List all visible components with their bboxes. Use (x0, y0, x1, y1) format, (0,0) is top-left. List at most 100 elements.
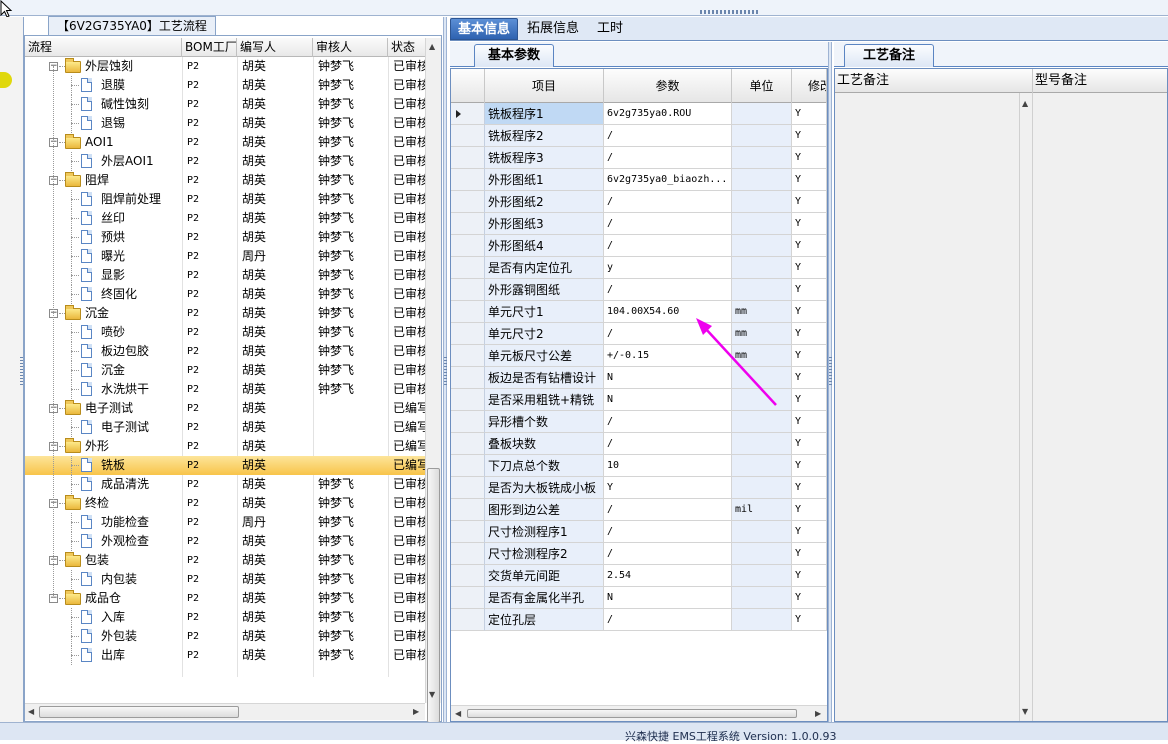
tree-row[interactable]: 退膜 P2 胡英 钟梦飞 已审核 (25, 76, 425, 95)
grid-row[interactable]: 外形图纸4/ Y (451, 235, 827, 257)
col-header-flow[interactable]: 流程 (25, 38, 182, 57)
scrollbar-thumb[interactable] (467, 709, 797, 718)
cell-value[interactable]: / (604, 543, 732, 565)
cell-value[interactable]: 6v2g735ya0_biaozh... (604, 169, 732, 191)
subtab-basic-params[interactable]: 基本参数 (474, 44, 554, 67)
grid-row[interactable]: 定位孔层 / Y (451, 609, 827, 631)
grid-row[interactable]: 外形图纸1 6v2g735ya0_biaozh... Y (451, 169, 827, 191)
cell-value[interactable]: +/-0.15 (604, 345, 732, 367)
tree-row[interactable]: − AOI1 P2 胡英 钟梦飞 已审核 (25, 133, 425, 152)
col-header-author[interactable]: 编写人 (237, 38, 313, 57)
tree-row[interactable]: 曝光 P2 周丹 钟梦飞 已审核 (25, 247, 425, 266)
cell-value[interactable]: / (604, 191, 732, 213)
tab-work-hours[interactable]: 工时 (590, 18, 630, 40)
tab-extended-info[interactable]: 拓展信息 (520, 18, 586, 40)
col-header-status[interactable]: 状态 (388, 38, 425, 57)
cell-value[interactable]: / (604, 235, 732, 257)
grid-row[interactable]: 是否为大板铣成小板 Y Y (451, 477, 827, 499)
scrollbar-thumb[interactable] (39, 706, 239, 718)
grid-row[interactable]: 交货单元间距 2.54 Y (451, 565, 827, 587)
grid-row[interactable]: 叠板块数 / Y (451, 433, 827, 455)
grid-row[interactable]: 铣板程序1 6v2g735ya0.ROU Y (451, 103, 827, 125)
tree-row[interactable]: 外观检查 P2 胡英 钟梦飞 已审核 (25, 532, 425, 551)
grid-row[interactable]: 外形图纸2/ Y (451, 191, 827, 213)
col-header-value[interactable]: 参数 (604, 69, 732, 103)
scroll-right-icon[interactable]: ▶ (815, 709, 821, 719)
tree-row[interactable]: 外层AOI1 P2 胡英 钟梦飞 已审核 (25, 152, 425, 171)
splitter-grip[interactable] (20, 357, 23, 387)
tree-row[interactable]: 入库 P2 胡英 钟梦飞 已审核 (25, 608, 425, 627)
panel-splitter[interactable] (828, 42, 832, 722)
cell-value[interactable]: / (604, 323, 732, 345)
cell-value[interactable]: 2.54 (604, 565, 732, 587)
cell-value[interactable]: y (604, 257, 732, 279)
tree-row[interactable]: 内包装 P2 胡英 钟梦飞 已审核 (25, 570, 425, 589)
cell-value[interactable]: N (604, 587, 732, 609)
grid-row[interactable]: 铣板程序2/ Y (451, 125, 827, 147)
tree-row[interactable]: 终固化 P2 胡英 钟梦飞 已审核 (25, 285, 425, 304)
tree-row[interactable]: 功能检查 P2 周丹 钟梦飞 已审核 (25, 513, 425, 532)
splitter-grip[interactable] (700, 10, 760, 14)
tree-row[interactable]: 丝印 P2 胡英 钟梦飞 已审核 (25, 209, 425, 228)
cell-value[interactable]: / (604, 411, 732, 433)
tree-row[interactable]: − 外形 P2 胡英 已编写 (25, 437, 425, 456)
col-header-reviewer[interactable]: 审核人 (313, 38, 388, 57)
grid-row[interactable]: 是否有内定位孔 y Y (451, 257, 827, 279)
process-flow-tree[interactable]: 流程 BOM工厂 编写人 审核人 状态 − 外层蚀刻 P2 胡英 钟梦飞 已审核 退膜 P2 胡… (24, 35, 442, 723)
tree-vertical-scrollbar[interactable]: ▲ ▼ (425, 38, 441, 723)
tree-row[interactable]: − 阻焊 P2 胡英 钟梦飞 已审核 (25, 171, 425, 190)
grid-row[interactable]: 尺寸检测程序2/ Y (451, 543, 827, 565)
col-header-process-remarks[interactable]: 工艺备注 (835, 69, 1033, 93)
tab-basic-info[interactable]: 基本信息 (450, 18, 519, 40)
grid-row[interactable]: 图形到边公差 / mil Y (451, 499, 827, 521)
tree-row[interactable]: 退锡 P2 胡英 钟梦飞 已审核 (25, 114, 425, 133)
scroll-right-icon[interactable]: ▶ (413, 707, 419, 717)
col-header-item[interactable]: 项目 (485, 69, 604, 103)
grid-row[interactable]: 板边是否有钻槽设计 N Y (451, 367, 827, 389)
cell-value[interactable]: 6v2g735ya0.ROU (604, 103, 732, 125)
scroll-left-icon[interactable]: ◀ (455, 709, 461, 719)
grid-row[interactable]: 是否采用粗铣+精铣 N Y (451, 389, 827, 411)
scroll-left-icon[interactable]: ◀ (28, 707, 34, 717)
cell-value[interactable]: / (604, 499, 732, 521)
tree-row[interactable]: − 电子测试 P2 胡英 已编写 (25, 399, 425, 418)
tree-row[interactable]: 铣板 P2 胡英 已编写 (25, 456, 425, 475)
tree-row[interactable]: 出库 P2 胡英 钟梦飞 已审核 (25, 646, 425, 665)
grid-row[interactable]: 单元板尺寸公差 +/-0.15 mm Y (451, 345, 827, 367)
scroll-down-icon[interactable]: ▼ (1022, 707, 1028, 717)
cell-value[interactable]: / (604, 147, 732, 169)
tree-row[interactable]: − 外层蚀刻 P2 胡英 钟梦飞 已审核 (25, 57, 425, 76)
grid-row[interactable]: 单元尺寸2/mm Y (451, 323, 827, 345)
grid-row[interactable]: 下刀点总个数 10 Y (451, 455, 827, 477)
cell-value[interactable]: N (604, 389, 732, 411)
tree-row[interactable]: 喷砂 P2 胡英 钟梦飞 已审核 (25, 323, 425, 342)
grid-row[interactable]: 尺寸检测程序1/ Y (451, 521, 827, 543)
tree-row[interactable]: 成品清洗 P2 胡英 钟梦飞 已审核 (25, 475, 425, 494)
scroll-up-icon[interactable]: ▲ (1022, 99, 1028, 109)
grid-row[interactable]: 铣板程序3/ Y (451, 147, 827, 169)
grid-row[interactable]: 异形槽个数 / Y (451, 411, 827, 433)
grid-row[interactable]: 是否有金属化半孔 N Y (451, 587, 827, 609)
scroll-down-icon[interactable]: ▼ (429, 690, 435, 700)
col-header-modify[interactable]: 修改 (792, 69, 827, 103)
tree-row[interactable]: 外包装 P2 胡英 钟梦飞 已审核 (25, 627, 425, 646)
tree-row[interactable]: 板边包胶 P2 胡英 钟梦飞 已审核 (25, 342, 425, 361)
col-header-bom-factory[interactable]: BOM工厂 (182, 38, 237, 57)
model-remarks-textarea[interactable] (1033, 93, 1167, 721)
cell-value[interactable]: / (604, 433, 732, 455)
tree-row[interactable]: 碱性蚀刻 P2 胡英 钟梦飞 已审核 (25, 95, 425, 114)
grid-row[interactable]: 外形图纸3/ Y (451, 213, 827, 235)
cell-value[interactable]: / (604, 521, 732, 543)
tree-row[interactable]: 沉金 P2 胡英 钟梦飞 已审核 (25, 361, 425, 380)
tree-row[interactable]: − 成品仓 P2 胡英 钟梦飞 已审核 (25, 589, 425, 608)
tree-row[interactable]: − 沉金 P2 胡英 钟梦飞 已审核 (25, 304, 425, 323)
cell-value[interactable]: 104.00X54.60 (604, 301, 732, 323)
remarks-scrollbar[interactable]: ▲ ▼ (1019, 93, 1033, 721)
tree-horizontal-scrollbar[interactable]: ◀ ▶ (25, 703, 425, 720)
grid-horizontal-scrollbar[interactable]: ◀ ▶ (451, 705, 827, 721)
col-header-unit[interactable]: 单位 (732, 69, 792, 103)
cell-value[interactable]: / (604, 213, 732, 235)
tree-row[interactable]: 显影 P2 胡英 钟梦飞 已审核 (25, 266, 425, 285)
subtab-process-remarks[interactable]: 工艺备注 (844, 44, 934, 67)
cell-value[interactable]: / (604, 279, 732, 301)
